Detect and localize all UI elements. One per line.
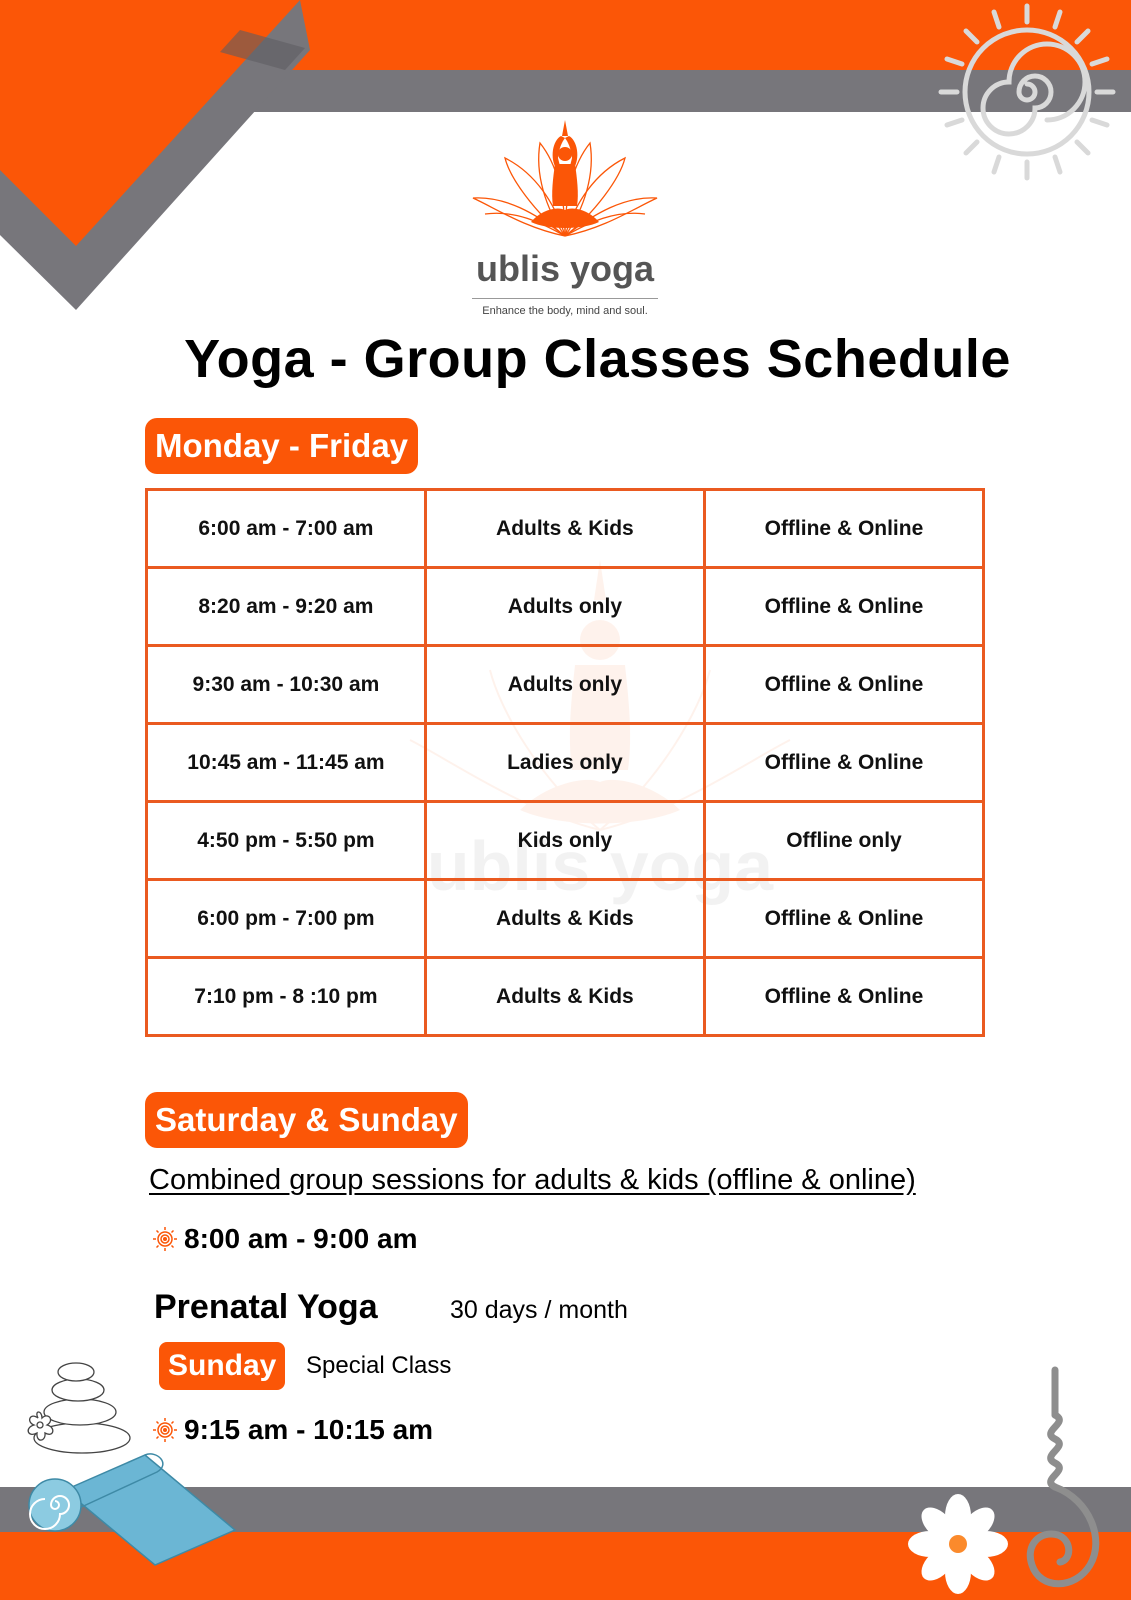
incense-spiral-icon xyxy=(1026,1366,1100,1588)
brand-name: ublis yoga xyxy=(475,248,655,289)
schedule-time-cell: 4:50 pm - 5:50 pm xyxy=(145,800,427,881)
schedule-time-cell: 6:00 am - 7:00 am xyxy=(145,488,427,569)
sun-bullet-icon xyxy=(153,1227,177,1251)
prenatal-time-row: 9:15 am - 10:15 am xyxy=(152,1414,433,1446)
schedule-mode-cell: Offline & Online xyxy=(702,566,986,647)
schedule-row: 10:45 am - 11:45 am Ladies only Offline & … xyxy=(145,722,986,803)
schedule-group-cell: Adults & Kids xyxy=(423,878,706,959)
schedule-group-cell: Adults & Kids xyxy=(423,956,706,1037)
schedule-group-cell: Ladies only xyxy=(423,722,706,803)
stacked-stones-icon xyxy=(27,1362,131,1454)
corner-chevron-decoration xyxy=(0,0,310,310)
schedule-row: 7:10 pm - 8 :10 pm Adults & Kids Offline &… xyxy=(145,956,986,1037)
schedule-time-cell: 10:45 am - 11:45 am xyxy=(145,722,427,803)
schedule-row: 6:00 pm - 7:00 pm Adults & Kids Offline & … xyxy=(145,878,986,959)
schedule-time-cell: 8:20 am - 9:20 am xyxy=(145,566,427,647)
schedule-mode-cell: Offline only xyxy=(702,800,986,881)
sun-bullet-icon xyxy=(153,1418,177,1442)
schedule-mode-cell: Offline & Online xyxy=(702,644,986,725)
schedule-row: 8:20 am - 9:20 am Adults only Offline & On… xyxy=(145,566,986,647)
prenatal-frequency: 30 days / month xyxy=(450,1296,628,1324)
schedule-mode-cell: Offline & Online xyxy=(702,722,986,803)
prenatal-day-label: Sunday xyxy=(159,1342,286,1390)
schedule-time-cell: 9:30 am - 10:30 am xyxy=(145,644,427,725)
schedule-row: 6:00 am - 7:00 am Adults & Kids Offline & … xyxy=(145,488,986,569)
weekend-description: Combined group sessions for adults & kid… xyxy=(149,1164,916,1196)
weekday-schedule-table: 6:00 am - 7:00 am Adults & Kids Offline & … xyxy=(145,488,986,1037)
page-title: Yoga - Group Classes Schedule xyxy=(184,329,1011,389)
schedule-time-cell: 7:10 pm - 8 :10 pm xyxy=(145,956,427,1037)
weekend-time-row: 8:00 am - 9:00 am xyxy=(152,1223,417,1255)
schedule-group-cell: Adults & Kids xyxy=(423,488,706,569)
lotus-meditation-logo xyxy=(472,120,658,237)
brand-divider xyxy=(472,298,658,299)
yoga-mat-icon xyxy=(28,1453,237,1566)
sun-spiral-icon xyxy=(938,3,1116,181)
schedule-group-cell: Adults only xyxy=(423,566,706,647)
daisy-flower-icon xyxy=(908,1494,1008,1594)
brand-tagline: Enhance the body, mind and soul. xyxy=(482,305,648,317)
schedule-mode-cell: Offline & Online xyxy=(702,488,986,569)
weekend-label: Saturday & Sunday xyxy=(145,1092,468,1148)
schedule-group-cell: Adults only xyxy=(423,644,706,725)
schedule-row: 4:50 pm - 5:50 pm Kids only Offline only xyxy=(145,800,986,881)
weekend-time: 8:00 am - 9:00 am xyxy=(184,1223,418,1254)
schedule-mode-cell: Offline & Online xyxy=(702,956,986,1037)
schedule-mode-cell: Offline & Online xyxy=(702,878,986,959)
weekday-label: Monday - Friday xyxy=(145,418,419,474)
schedule-row: 9:30 am - 10:30 am Adults only Offline & O… xyxy=(145,644,986,725)
prenatal-title: Prenatal Yoga xyxy=(154,1288,378,1326)
schedule-group-cell: Kids only xyxy=(423,800,706,881)
prenatal-time: 9:15 am - 10:15 am xyxy=(184,1414,434,1445)
prenatal-note: Special Class xyxy=(306,1352,452,1379)
schedule-time-cell: 6:00 pm - 7:00 pm xyxy=(145,878,427,959)
